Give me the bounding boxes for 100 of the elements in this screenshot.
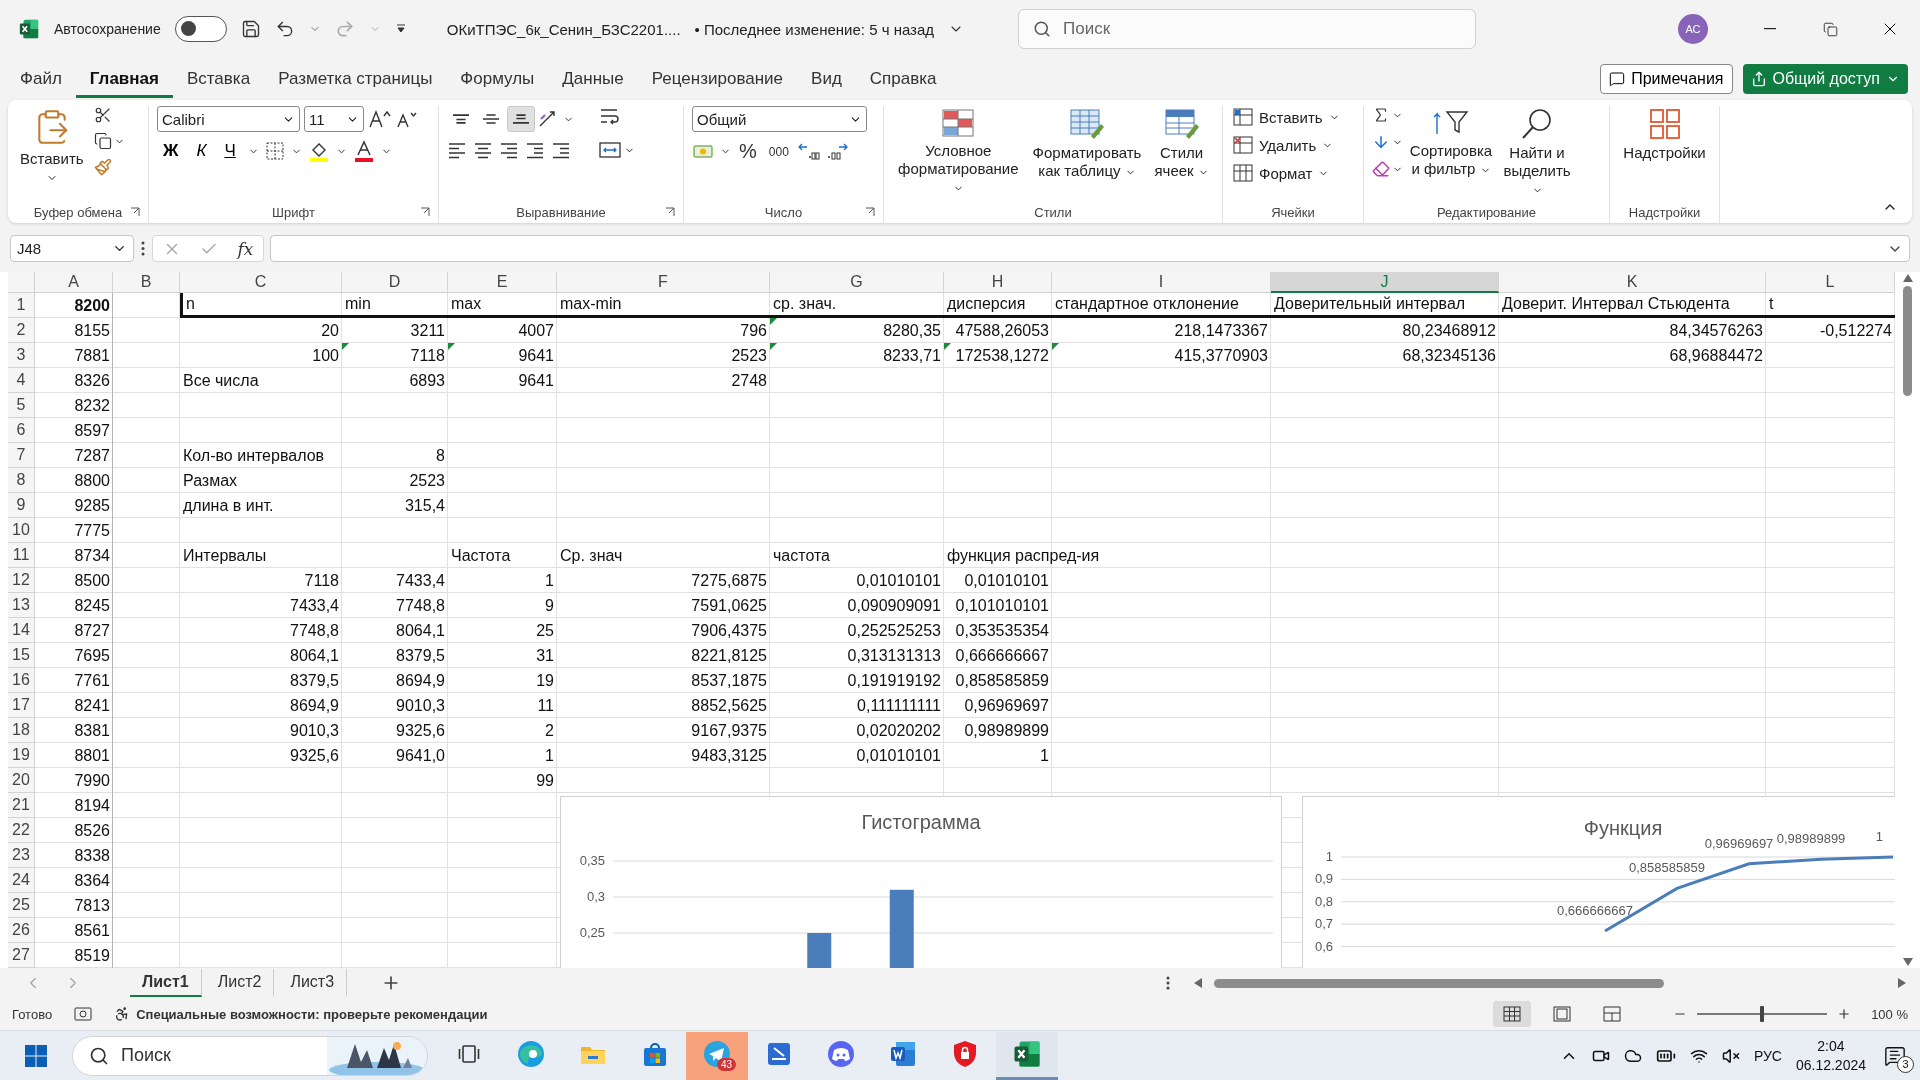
row-header[interactable]: 24 <box>8 868 35 893</box>
error-indicator-icon[interactable] <box>770 343 777 350</box>
font-name-field[interactable]: Calibri <box>157 106 300 132</box>
taskbar-button[interactable]: 43 <box>686 1031 748 1080</box>
menu-tab[interactable]: Вид <box>797 60 856 98</box>
thousands-separator-button[interactable]: 000 <box>764 144 793 159</box>
column-header[interactable]: B <box>113 272 180 293</box>
error-indicator-icon[interactable] <box>770 318 777 325</box>
row-header[interactable]: 16 <box>8 668 35 693</box>
dialog-launcher-icon[interactable] <box>665 207 675 217</box>
row-header[interactable]: 8 <box>8 468 35 493</box>
column-header[interactable]: E <box>448 272 557 293</box>
name-box[interactable]: J48 <box>10 235 134 262</box>
number-format-field[interactable]: Общий <box>692 106 867 132</box>
row-header[interactable]: 2 <box>8 318 35 343</box>
formula-field[interactable] <box>270 235 1910 262</box>
dialog-launcher-icon[interactable] <box>865 207 875 217</box>
column-header[interactable]: K <box>1499 272 1766 293</box>
styles-button[interactable]: Форматировать как таблицу <box>1031 106 1143 182</box>
row-header[interactable]: 11 <box>8 543 35 568</box>
sheet-tab[interactable]: Лист1 <box>130 969 202 997</box>
format-painter-icon[interactable] <box>93 158 112 176</box>
clock[interactable]: 2:04 06.12.2024 <box>1795 1037 1866 1074</box>
sheet-tab[interactable]: Лист2 <box>205 969 275 997</box>
column-header[interactable]: A <box>35 272 113 293</box>
menu-tab[interactable]: Формулы <box>446 60 549 98</box>
vertical-align-button[interactable] <box>507 106 535 132</box>
document-logo-icon[interactable] <box>888 1039 918 1069</box>
menu-tab[interactable]: Вставка <box>172 60 265 98</box>
menu-tab[interactable]: Файл <box>18 60 76 98</box>
spreadsheet-logo-icon[interactable] <box>1012 1039 1042 1069</box>
menu-tab[interactable]: Справка <box>855 60 951 98</box>
view-button[interactable] <box>1493 1001 1532 1027</box>
dialog-launcher-icon[interactable] <box>420 207 430 217</box>
row-header[interactable]: 18 <box>8 718 35 743</box>
user-avatar[interactable]: АС <box>1678 14 1708 44</box>
row-header[interactable]: 25 <box>8 893 35 918</box>
borders-icon[interactable] <box>264 141 285 161</box>
accessibility-status[interactable]: Специальные возможности: проверьте рекомендации <box>136 1006 488 1022</box>
share-button[interactable]: Общий доступ <box>1742 64 1908 94</box>
row-header[interactable]: 12 <box>8 568 35 593</box>
menu-tab[interactable]: Разметка страницы <box>264 60 447 98</box>
row-header[interactable]: 10 <box>8 518 35 543</box>
macro-record-icon[interactable] <box>74 1006 93 1022</box>
zoom-slider-thumb[interactable] <box>1760 1006 1765 1022</box>
increase-indent-icon[interactable] <box>551 142 571 160</box>
fill-down-icon[interactable] <box>1372 133 1390 151</box>
row-header[interactable]: 13 <box>8 593 35 618</box>
task-view-icon[interactable] <box>457 1042 481 1066</box>
customize-icon[interactable] <box>394 23 407 35</box>
error-indicator-icon[interactable] <box>342 343 349 350</box>
column-header[interactable]: I <box>1052 272 1271 293</box>
game-controller-icon[interactable] <box>826 1039 856 1069</box>
taskbar-button[interactable] <box>996 1031 1058 1080</box>
row-header[interactable]: 6 <box>8 418 35 443</box>
editing-button[interactable]: Сортировка и фильтр <box>1409 106 1493 180</box>
row-header[interactable]: 19 <box>8 743 35 768</box>
row-header[interactable]: 23 <box>8 843 35 868</box>
autosave-toggle[interactable] <box>174 16 227 42</box>
paste-button[interactable]: Вставить <box>16 106 88 186</box>
sheet-tab[interactable]: Лист3 <box>278 969 348 997</box>
row-header[interactable]: 7 <box>8 443 35 468</box>
zoom-in-icon[interactable] <box>1837 1007 1852 1021</box>
merge-cells-icon[interactable] <box>598 140 622 160</box>
row-header[interactable]: 5 <box>8 393 35 418</box>
styles-button[interactable]: Условное форматирование <box>892 106 1025 198</box>
dialog-launcher-icon[interactable] <box>130 207 140 217</box>
row-header[interactable]: 27 <box>8 943 35 968</box>
menu-tab[interactable]: Рецензирование <box>637 60 798 98</box>
search-field[interactable]: Поиск <box>1018 9 1477 49</box>
copy-icon[interactable] <box>93 132 112 150</box>
scroll-left-icon[interactable] <box>1194 978 1202 988</box>
error-indicator-icon[interactable] <box>944 343 951 350</box>
font-color-icon[interactable] <box>352 140 375 162</box>
column-header[interactable]: G <box>770 272 944 293</box>
taskbar-search-field[interactable]: Поиск <box>72 1035 428 1076</box>
italic-button[interactable]: К <box>190 141 213 161</box>
more-options-icon[interactable] <box>1166 976 1170 990</box>
language-indicator[interactable]: РУС <box>1753 1047 1782 1064</box>
row-header[interactable]: 9 <box>8 493 35 518</box>
column-header[interactable]: C <box>180 272 342 293</box>
row-header[interactable]: 22 <box>8 818 35 843</box>
align-right-icon[interactable] <box>499 142 519 160</box>
decrease-indent-icon[interactable] <box>525 142 545 160</box>
percent-button[interactable]: % <box>735 140 761 163</box>
scroll-down-icon[interactable] <box>1902 958 1913 966</box>
bold-button[interactable]: Ж <box>157 141 185 161</box>
cells-button[interactable]: Вставить <box>1231 106 1342 128</box>
row-header[interactable]: 21 <box>8 793 35 818</box>
addins-button[interactable]: Надстройки <box>1619 106 1710 164</box>
comments-button[interactable]: Примечания <box>1600 64 1733 94</box>
row-header[interactable]: 14 <box>8 618 35 643</box>
volume-muted-icon[interactable] <box>1721 1046 1740 1065</box>
scrollbar-thumb[interactable] <box>1903 286 1912 396</box>
row-header[interactable]: 20 <box>8 768 35 793</box>
grid-view-icon[interactable] <box>1503 1006 1522 1022</box>
editing-button[interactable]: Найти и выделить <box>1499 106 1575 200</box>
row-header[interactable]: 1 <box>8 293 35 318</box>
scroll-up-icon[interactable] <box>1902 274 1913 282</box>
column-header[interactable]: J <box>1271 272 1499 293</box>
